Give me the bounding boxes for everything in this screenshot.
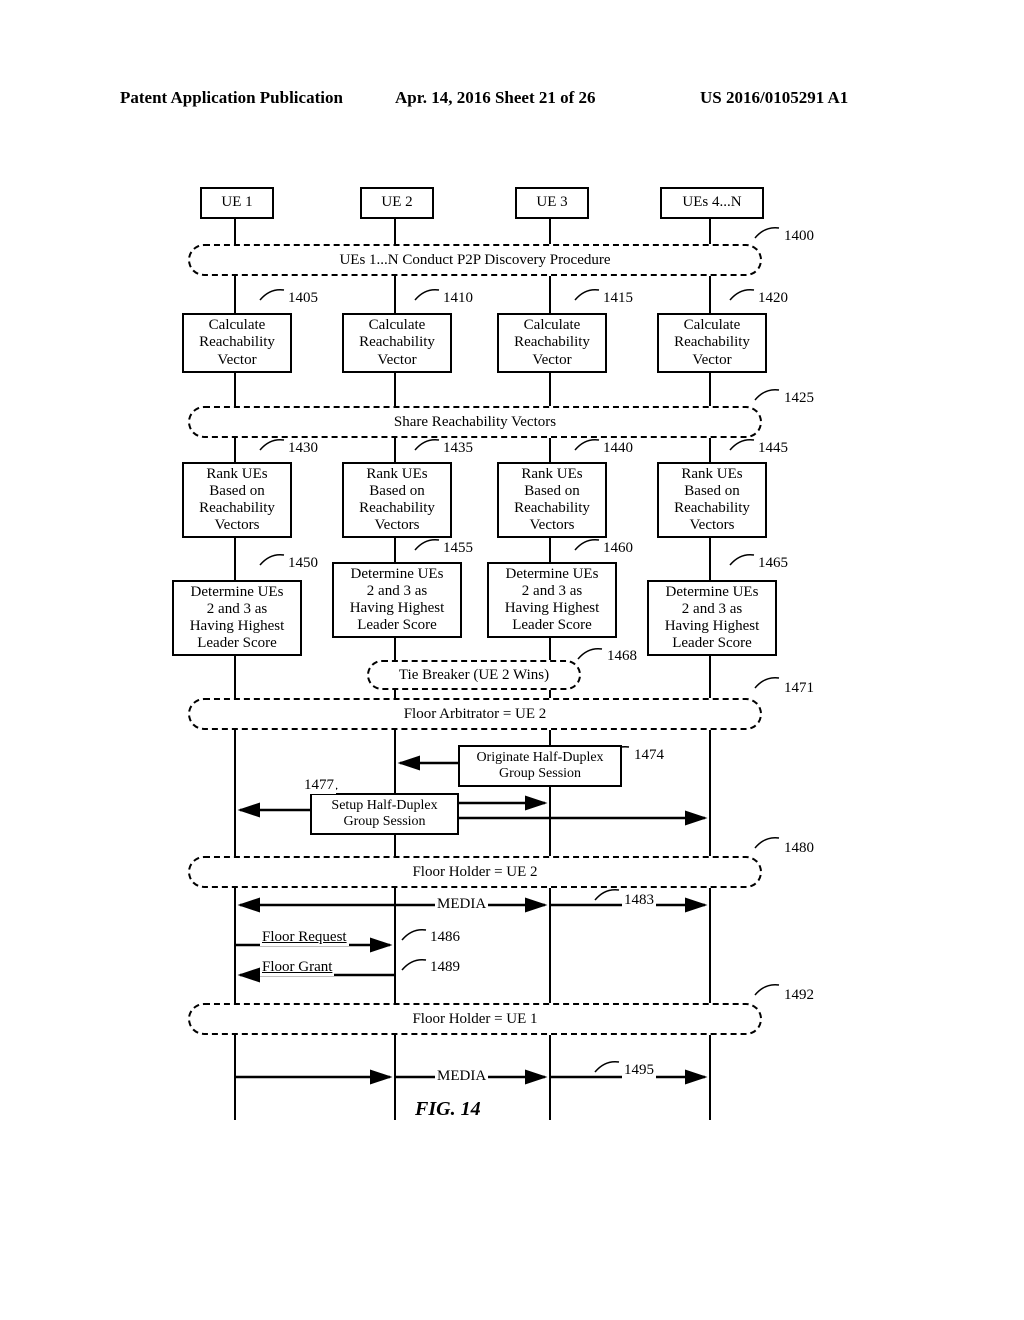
bubble-arbitrator: Floor Arbitrator = UE 2 (188, 698, 762, 730)
ref-1471: 1471 (782, 680, 816, 697)
ref-1450: 1450 (286, 555, 320, 572)
ref-1460: 1460 (601, 540, 635, 557)
bubble-discovery: UEs 1...N Conduct P2P Discovery Procedur… (188, 244, 762, 276)
ref-1410: 1410 (441, 290, 475, 307)
step-calc-ue4: Calculate Reachability Vector (657, 313, 767, 373)
lane-ue3: UE 3 (515, 187, 589, 219)
ref-1445: 1445 (756, 440, 790, 457)
header-center: Apr. 14, 2016 Sheet 21 of 26 (395, 88, 596, 108)
ref-1474: 1474 (632, 747, 666, 764)
step-originate: Originate Half-Duplex Group Session (458, 745, 622, 787)
step-det-ue2: Determine UEs 2 and 3 as Having Highest … (332, 562, 462, 638)
floor-request-label: Floor Request (260, 929, 349, 946)
step-rank-ue1: Rank UEs Based on Reachability Vectors (182, 462, 292, 538)
bubble-tiebreak: Tie Breaker (UE 2 Wins) (367, 660, 581, 690)
step-rank-ue3: Rank UEs Based on Reachability Vectors (497, 462, 607, 538)
ref-1495: 1495 (622, 1062, 656, 1079)
ref-1400: 1400 (782, 228, 816, 245)
ref-1480: 1480 (782, 840, 816, 857)
ref-1440: 1440 (601, 440, 635, 457)
step-calc-ue3: Calculate Reachability Vector (497, 313, 607, 373)
ref-1465: 1465 (756, 555, 790, 572)
ref-1430: 1430 (286, 440, 320, 457)
ref-1492: 1492 (782, 987, 816, 1004)
step-rank-ue4: Rank UEs Based on Reachability Vectors (657, 462, 767, 538)
ref-1483: 1483 (622, 892, 656, 909)
media-label-2: MEDIA (435, 1068, 488, 1085)
lane-ue4n: UEs 4...N (660, 187, 764, 219)
step-setup: Setup Half-Duplex Group Session (310, 793, 459, 835)
bubble-share: Share Reachability Vectors (188, 406, 762, 438)
ref-1477: 1477 (302, 777, 336, 794)
step-calc-ue2: Calculate Reachability Vector (342, 313, 452, 373)
ref-1420: 1420 (756, 290, 790, 307)
ref-1486: 1486 (428, 929, 462, 946)
ref-1489: 1489 (428, 959, 462, 976)
lane-ue1: UE 1 (200, 187, 274, 219)
lane-ue2: UE 2 (360, 187, 434, 219)
ref-1405: 1405 (286, 290, 320, 307)
step-det-ue3: Determine UEs 2 and 3 as Having Highest … (487, 562, 617, 638)
step-det-ue4: Determine UEs 2 and 3 as Having Highest … (647, 580, 777, 656)
ref-1455: 1455 (441, 540, 475, 557)
ref-1435: 1435 (441, 440, 475, 457)
ref-1468: 1468 (605, 648, 639, 665)
header-right: US 2016/0105291 A1 (700, 88, 848, 108)
media-label-1: MEDIA (435, 896, 488, 913)
bubble-floorholder-ue2: Floor Holder = UE 2 (188, 856, 762, 888)
floor-grant-label: Floor Grant (260, 959, 334, 976)
step-calc-ue1: Calculate Reachability Vector (182, 313, 292, 373)
step-det-ue1: Determine UEs 2 and 3 as Having Highest … (172, 580, 302, 656)
bubble-floorholder-ue1: Floor Holder = UE 1 (188, 1003, 762, 1035)
ref-1415: 1415 (601, 290, 635, 307)
step-rank-ue2: Rank UEs Based on Reachability Vectors (342, 462, 452, 538)
figure-label: FIG. 14 (415, 1098, 481, 1121)
header-left: Patent Application Publication (120, 88, 343, 108)
ref-1425: 1425 (782, 390, 816, 407)
